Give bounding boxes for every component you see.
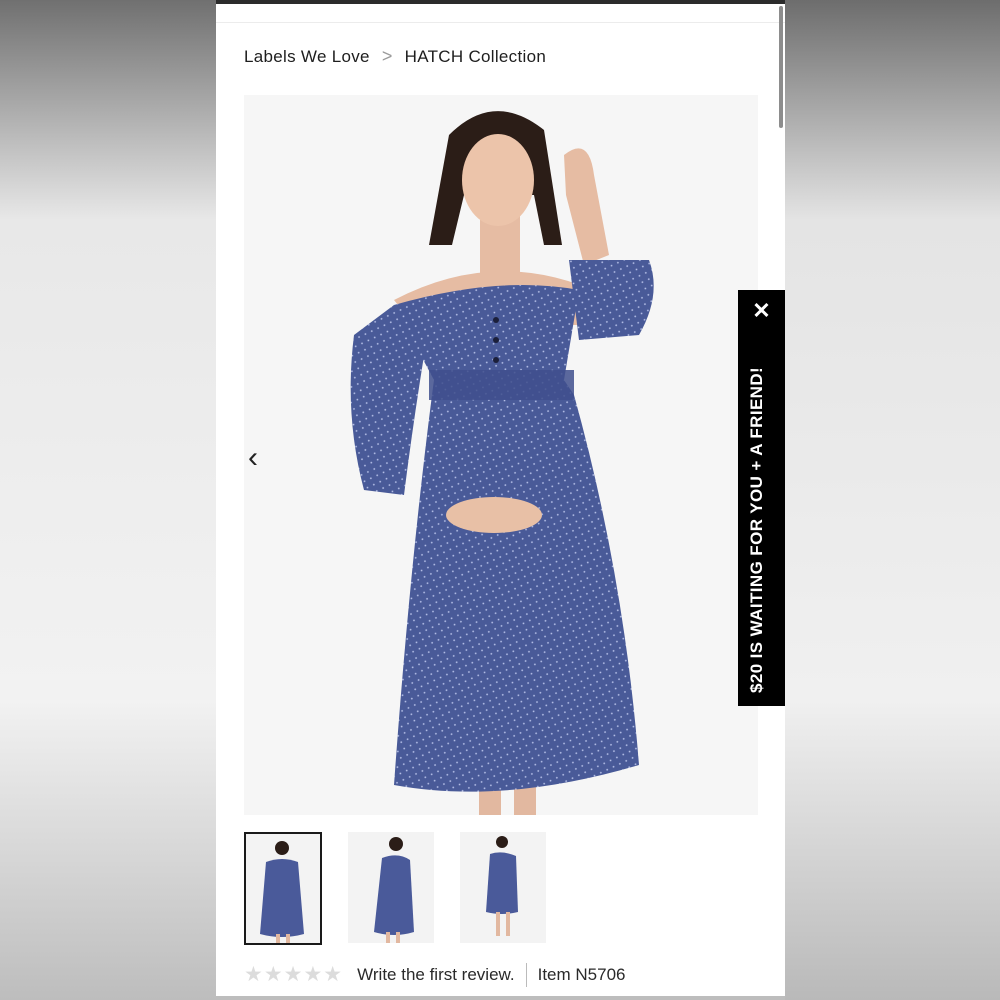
close-icon[interactable]: ✕ xyxy=(738,298,785,324)
divider xyxy=(525,962,527,987)
header-divider xyxy=(216,22,785,23)
model-illustration xyxy=(350,111,654,815)
product-main-image[interactable]: ‹ xyxy=(244,95,758,815)
thumbnail-side[interactable] xyxy=(348,832,434,943)
breadcrumb-item-hatch-collection[interactable]: HATCH Collection xyxy=(405,47,546,67)
thumbnail-front-image xyxy=(246,834,320,943)
chevron-right-icon: > xyxy=(381,46,393,66)
item-number: Item N5706 xyxy=(537,964,626,984)
write-review-link[interactable]: Write the first review. xyxy=(357,965,514,985)
thumbnail-full-length[interactable] xyxy=(460,832,546,943)
referral-promo-tab[interactable]: ✕ $20 IS WAITING FOR YOU + A FRIEND! xyxy=(738,290,785,706)
breadcrumb: Labels We Love > HATCH Collection xyxy=(244,46,546,67)
breadcrumb-item-labels-we-love[interactable]: Labels We Love xyxy=(244,47,370,67)
scrollbar[interactable] xyxy=(779,6,783,128)
bottom-edge xyxy=(216,996,785,1000)
status-strip xyxy=(216,0,785,4)
review-summary: ★★★★★ Write the first review. Item N5706 xyxy=(244,962,625,987)
rating-stars-icon: ★★★★★ xyxy=(244,963,344,986)
thumbnail-full-image xyxy=(460,832,546,943)
phone-screen: Labels We Love > HATCH Collection ‹ ★★★★… xyxy=(216,0,785,1000)
thumbnail-strip xyxy=(244,832,546,945)
chevron-left-icon[interactable]: ‹ xyxy=(244,439,262,477)
thumbnail-front[interactable] xyxy=(244,832,322,945)
background-left xyxy=(0,0,216,1000)
thumbnail-side-image xyxy=(348,832,434,943)
background-right xyxy=(785,0,1000,1000)
promo-text[interactable]: $20 IS WAITING FOR YOU + A FRIEND! xyxy=(747,367,767,693)
